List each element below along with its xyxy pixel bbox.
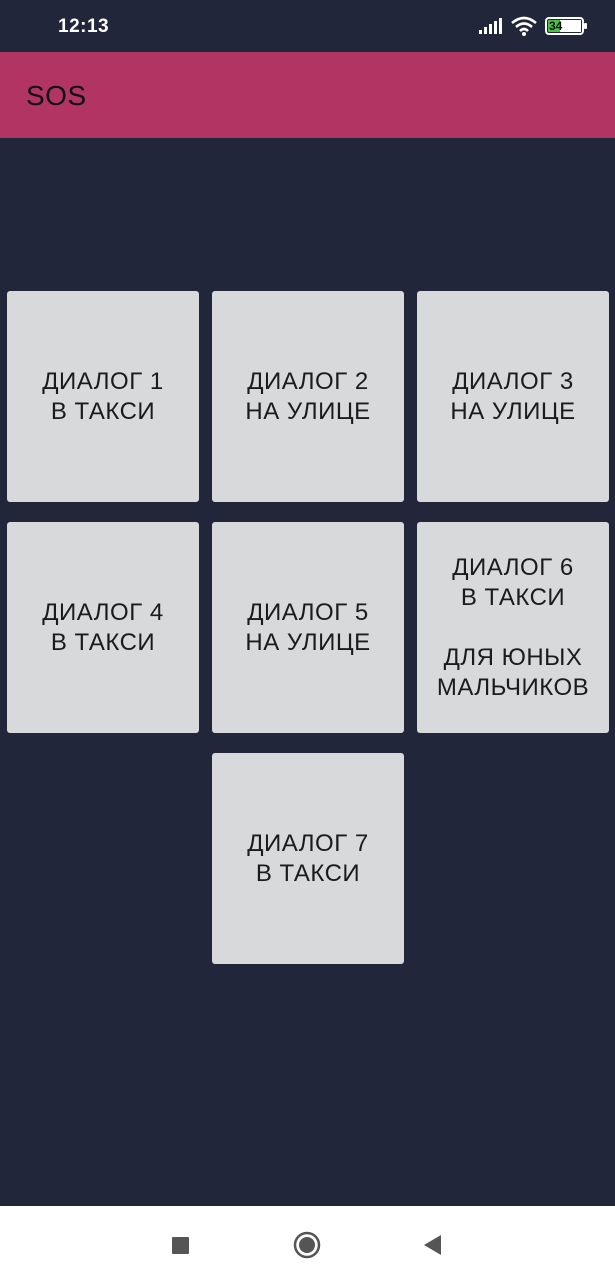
- navigation-bar: [0, 1206, 615, 1280]
- dialog-2-button[interactable]: ДИАЛОГ 2 НА УЛИЦЕ: [212, 291, 404, 502]
- dialog-6-button[interactable]: ДИАЛОГ 6 В ТАКСИ ДЛЯ ЮНЫХ МАЛЬЧИКОВ: [417, 522, 609, 733]
- dialog-7-label: ДИАЛОГ 7 В ТАКСИ: [247, 829, 369, 887]
- status-icons: 34: [479, 15, 589, 37]
- dialog-7-button[interactable]: ДИАЛОГ 7 В ТАКСИ: [212, 753, 404, 964]
- dialog-1-label: ДИАЛОГ 1 В ТАКСИ: [42, 367, 164, 425]
- dialog-3-label: ДИАЛОГ 3 НА УЛИЦЕ: [450, 367, 576, 425]
- app-bar: SOS: [0, 52, 615, 138]
- battery-level: 34: [549, 19, 563, 33]
- signal-icon: [479, 18, 503, 34]
- battery-icon: 34: [545, 17, 589, 35]
- dialog-5-label: ДИАЛОГ 5 НА УЛИЦЕ: [245, 598, 371, 656]
- back-triangle-icon[interactable]: [418, 1230, 448, 1260]
- dialog-2-label: ДИАЛОГ 2 НА УЛИЦЕ: [245, 367, 371, 425]
- app-title: SOS: [26, 80, 87, 111]
- dialog-4-label: ДИАЛОГ 4 В ТАКСИ: [42, 598, 164, 656]
- dialog-6-label: ДИАЛОГ 6 В ТАКСИ ДЛЯ ЮНЫХ МАЛЬЧИКОВ: [436, 553, 590, 701]
- recents-square-icon[interactable]: [165, 1230, 195, 1260]
- status-bar: 12:13 34: [0, 0, 615, 52]
- wifi-icon: [511, 16, 537, 36]
- dialog-3-button[interactable]: ДИАЛОГ 3 НА УЛИЦЕ: [417, 291, 609, 502]
- dialog-5-button[interactable]: ДИАЛОГ 5 НА УЛИЦЕ: [212, 522, 404, 733]
- dialog-4-button[interactable]: ДИАЛОГ 4 В ТАКСИ: [7, 522, 199, 733]
- status-time: 12:13: [58, 16, 110, 37]
- dialog-1-button[interactable]: ДИАЛОГ 1 В ТАКСИ: [7, 291, 199, 502]
- home-circle-icon[interactable]: [292, 1230, 322, 1260]
